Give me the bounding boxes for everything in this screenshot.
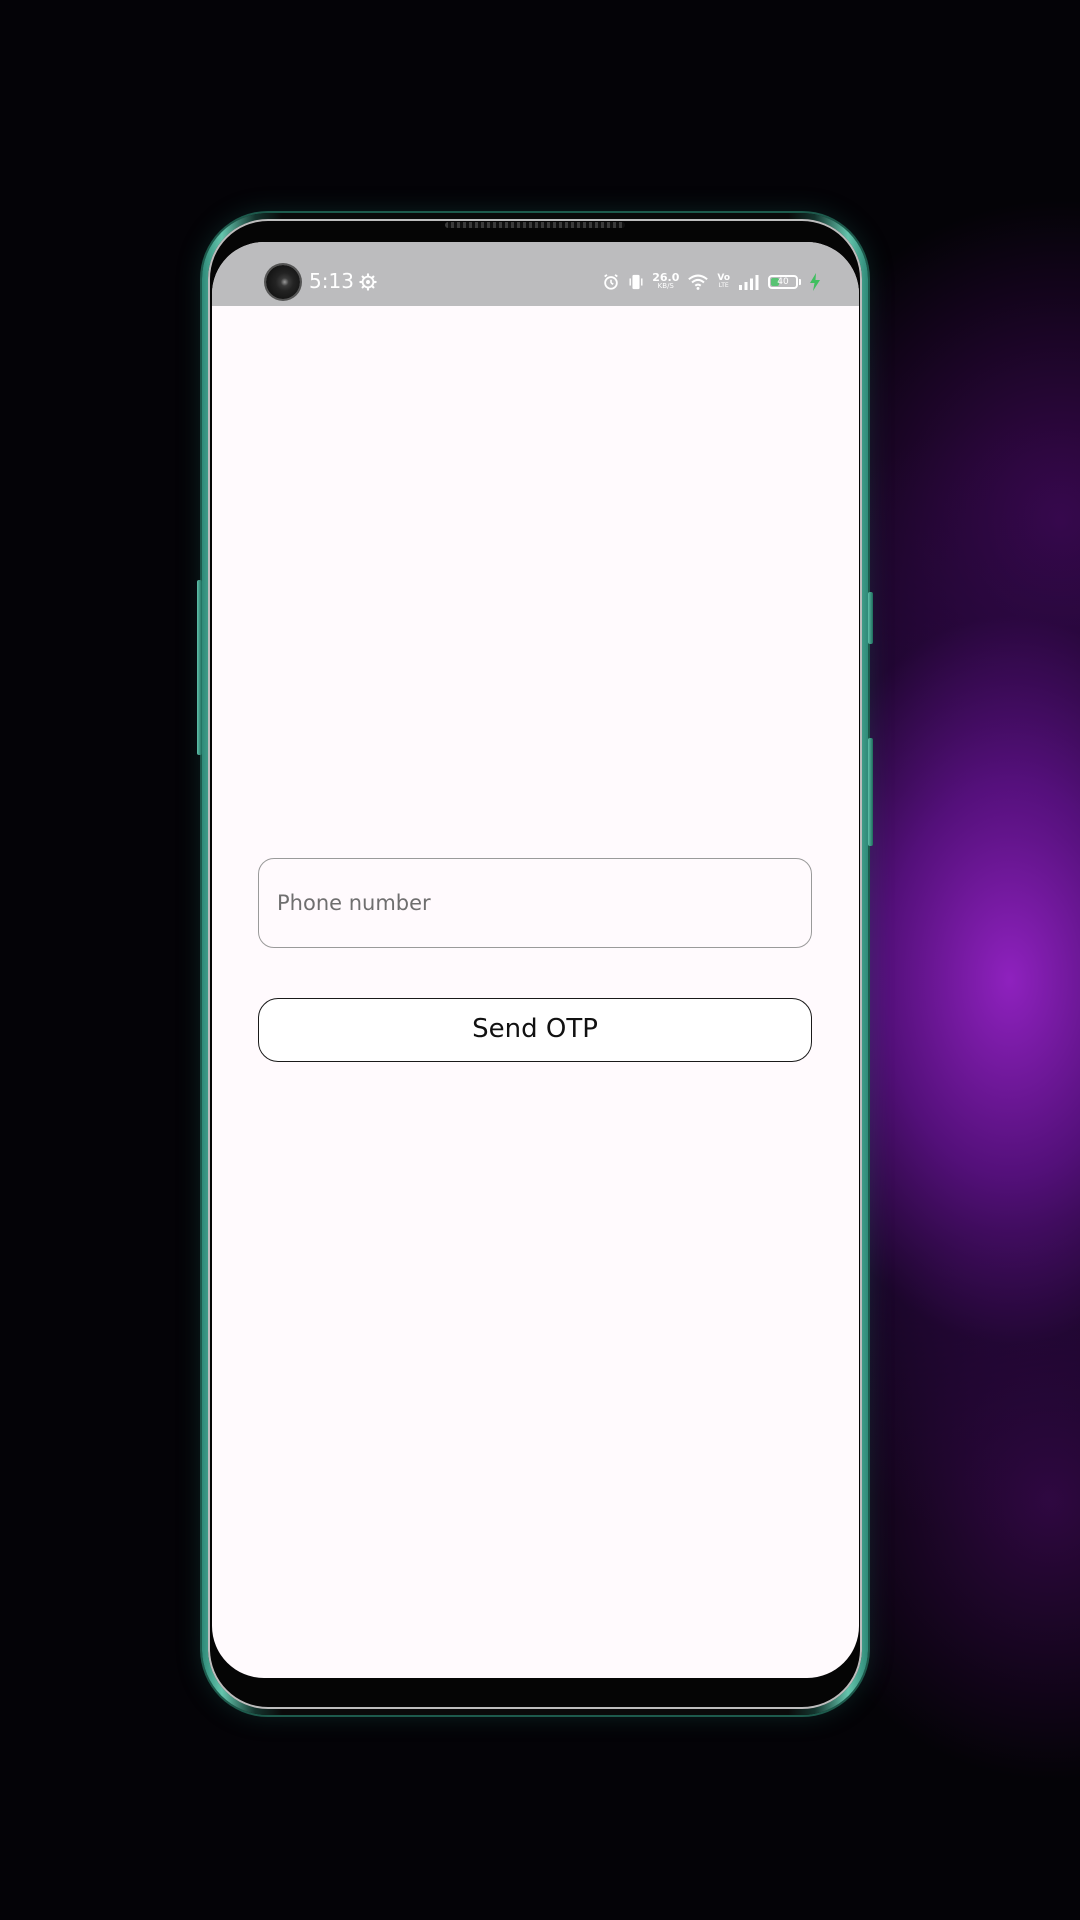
- alarm-icon: [604, 274, 619, 290]
- signal-icon: [739, 275, 759, 290]
- vibrate-icon: [629, 274, 643, 290]
- earpiece-speaker: [445, 222, 625, 228]
- status-time: 5:13: [309, 269, 354, 293]
- volume-down-button: [868, 738, 873, 846]
- volume-up-button: [868, 592, 873, 644]
- volte-bottom-label: LTE: [718, 282, 729, 289]
- battery-icon: 40: [768, 275, 798, 289]
- status-icons: 26.0 KB/S Vo LTE 40: [602, 270, 821, 294]
- battery-cap: [799, 279, 801, 285]
- charging-bolt-icon: [810, 273, 820, 291]
- send-otp-button[interactable]: Send OTP: [258, 998, 812, 1062]
- phone-screen: 5:13 26.0 KB/S Vo LTE 40 Phone number Se…: [212, 242, 859, 1678]
- front-camera: [266, 265, 300, 299]
- volte-icon: Vo LTE: [717, 274, 730, 290]
- settings-icon: [359, 273, 377, 291]
- network-speed-value: 26.0: [652, 271, 680, 284]
- network-speed: 26.0 KB/S: [652, 271, 680, 291]
- network-speed-unit: KB/S: [657, 282, 674, 290]
- battery-level-label: 40: [777, 277, 789, 287]
- status-bar: 5:13 26.0 KB/S Vo LTE 40: [212, 242, 859, 306]
- phone-number-input[interactable]: [258, 858, 812, 948]
- wifi-icon: [688, 274, 709, 290]
- power-button: [197, 580, 202, 755]
- volte-top-label: Vo: [717, 273, 730, 283]
